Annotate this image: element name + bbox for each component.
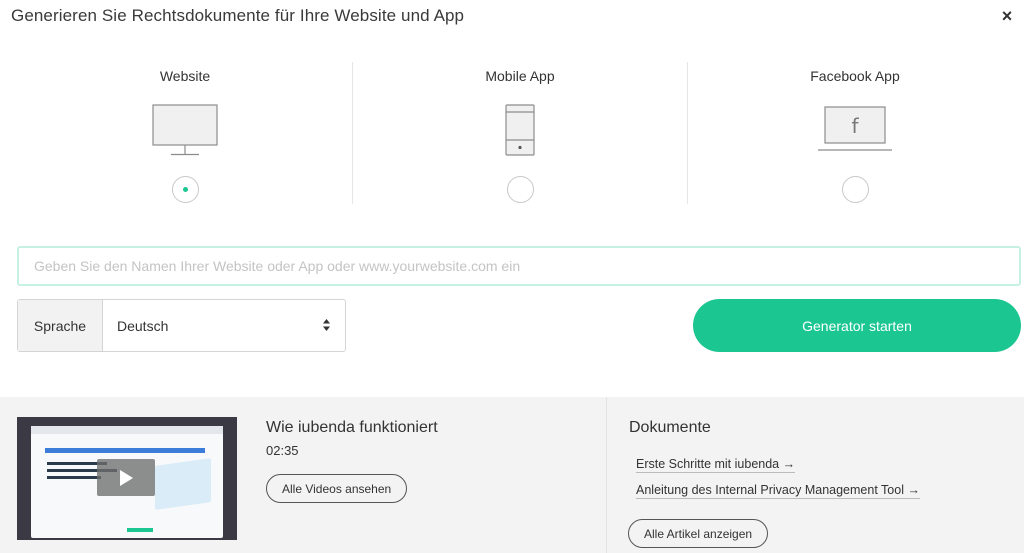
smartphone-icon (505, 104, 535, 156)
language-select-group: Sprache Deutsch (17, 299, 346, 352)
radio-website[interactable] (171, 176, 199, 203)
select-caret-icon (323, 319, 330, 331)
modal-title: Generieren Sie Rechtsdokumente für Ihre … (11, 6, 465, 25)
facebook-app-icon: f (818, 106, 892, 151)
documents-title: Dokumente (629, 419, 711, 436)
platform-selector: Website Mobile App Facebook App f (18, 62, 1022, 204)
platform-label: Mobile App (485, 68, 555, 84)
radio-mobile-app[interactable] (506, 176, 534, 203)
modal-header: Generieren Sie Rechtsdokumente für Ihre … (0, 0, 1024, 40)
radio-facebook-app[interactable] (841, 176, 869, 203)
facebook-f-glyph: f (851, 114, 859, 138)
video-thumbnail[interactable] (17, 417, 237, 540)
site-name-input[interactable] (17, 246, 1021, 286)
doc-link-getting-started[interactable]: Erste Schritte mit iubenda → (636, 456, 796, 473)
video-title: Wie iubenda funktioniert (266, 419, 438, 436)
video-duration: 02:35 (266, 443, 299, 458)
language-select[interactable]: Deutsch (103, 300, 345, 351)
monitor-icon (152, 104, 218, 156)
all-videos-button[interactable]: Alle Videos ansehen (266, 474, 408, 503)
all-articles-button[interactable]: Alle Artikel anzeigen (628, 519, 769, 548)
platform-option-mobile-app[interactable]: Mobile App (352, 62, 687, 204)
close-icon[interactable]: × (998, 6, 1016, 26)
platform-option-website[interactable]: Website (18, 62, 352, 204)
platform-label: Facebook App (810, 68, 900, 84)
platform-label: Website (159, 68, 211, 84)
bottom-panel: Wie iubenda funktioniert 02:35 Alle Vide… (0, 397, 1024, 553)
platform-option-facebook-app[interactable]: Facebook App f (687, 62, 1022, 204)
divider (606, 397, 607, 553)
doc-link-privacy-management-guide[interactable]: Anleitung des Internal Privacy Managemen… (636, 482, 920, 499)
language-label: Sprache (18, 300, 103, 351)
play-icon[interactable] (97, 459, 155, 496)
start-generator-button[interactable]: Generator starten (693, 299, 1021, 352)
language-selected-value: Deutsch (117, 317, 169, 334)
